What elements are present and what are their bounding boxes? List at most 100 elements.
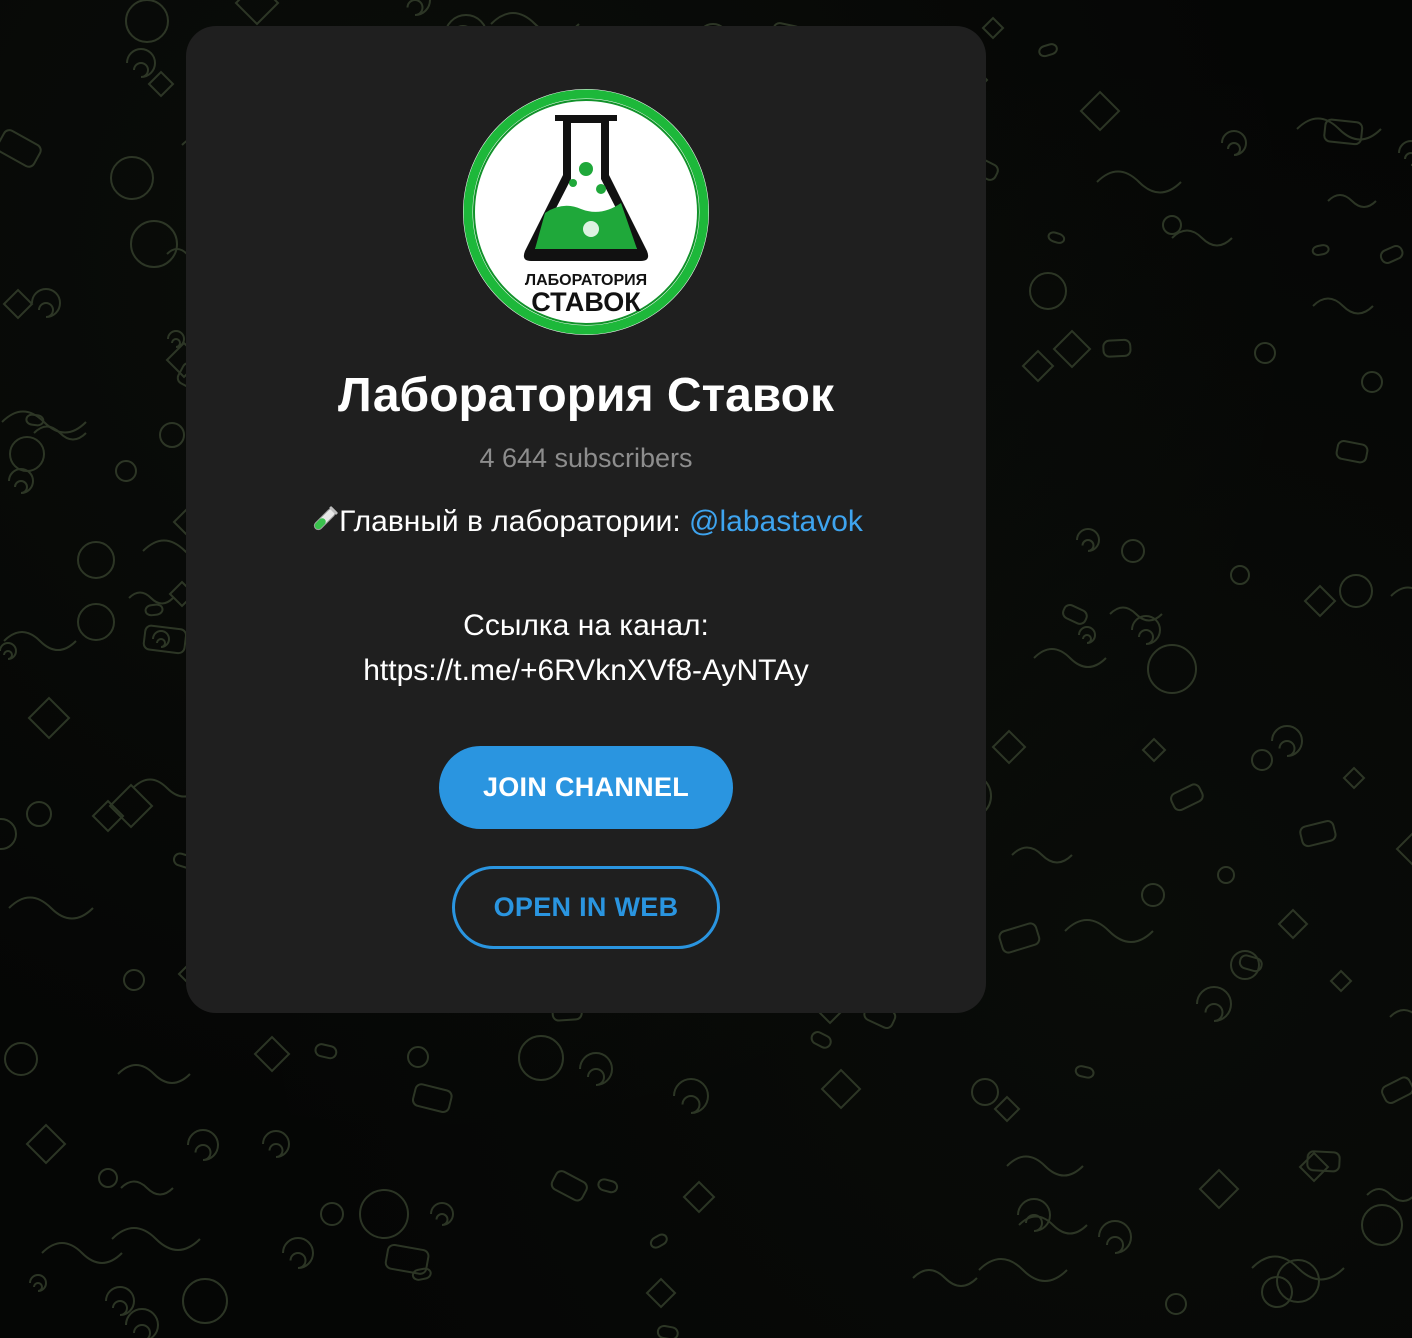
doodle-shape (1121, 539, 1145, 563)
mention-link[interactable]: @labastavok (689, 505, 863, 538)
doodle-shape (1029, 272, 1067, 310)
doodle-shape (123, 969, 145, 991)
doodle-shape (1329, 969, 1353, 993)
doodle-shape (0, 642, 17, 660)
doodle-shape (682, 1180, 716, 1214)
doodle-shape (1162, 215, 1182, 235)
doodle-shape (1366, 1188, 1412, 1202)
doodle-shape (108, 783, 154, 829)
doodle-shape (262, 1130, 290, 1158)
doodle-shape (810, 1031, 832, 1049)
doodle-shape (77, 541, 115, 579)
doodle-shape (430, 1202, 454, 1226)
doodle-shape (550, 1170, 588, 1202)
channel-title: Лаборатория Ставок (337, 369, 834, 422)
doodle-shape (1276, 1259, 1320, 1303)
doodle-shape (320, 1202, 344, 1226)
doodle-shape (115, 460, 137, 482)
doodle-shape (1361, 1204, 1403, 1246)
doodle-shape (820, 1068, 862, 1110)
doodle-shape (1342, 766, 1366, 790)
doodle-shape (1217, 866, 1235, 884)
doodle-shape (1296, 117, 1382, 141)
link-label: Ссылка на канал: (463, 609, 709, 642)
doodle-shape (673, 1078, 709, 1114)
doodle-shape (152, 630, 170, 648)
doodle-shape (1271, 725, 1303, 757)
doodle-shape (1079, 90, 1121, 132)
doodle-shape (253, 1035, 291, 1073)
doodle-shape (1198, 1168, 1240, 1210)
doodle-shape (1038, 43, 1058, 58)
doodle-shape (407, 1046, 429, 1068)
doodle-shape (400, 0, 431, 16)
join-channel-button[interactable]: JOIN CHANNEL (439, 746, 733, 829)
description-lead-text: Главный в лаборатории: (339, 505, 690, 538)
doodle-shape (1076, 528, 1100, 552)
doodle-shape (1017, 1198, 1051, 1232)
doodle-shape (27, 696, 71, 740)
open-in-web-button[interactable]: OPEN IN WEB (452, 866, 720, 949)
doodle-shape (1078, 626, 1096, 644)
doodle-shape (579, 1052, 613, 1086)
channel-url: https://t.me/+6RVknXVf8-AyNTAy (363, 654, 809, 687)
doodle-shape (187, 1129, 219, 1161)
doodle-shape (2, 288, 34, 320)
doodle-shape (1389, 1009, 1412, 1018)
doodle-shape (110, 156, 154, 200)
doodle-shape (147, 70, 175, 98)
doodle-shape (1312, 297, 1374, 315)
doodle-shape (1311, 244, 1330, 256)
doodle-shape (1018, 1215, 1088, 1235)
doodle-shape (1299, 820, 1337, 848)
doodle-shape (1006, 1155, 1084, 1177)
doodle-shape (130, 220, 178, 268)
test-tube-icon (309, 505, 339, 546)
doodle-shape (1052, 329, 1092, 369)
doodle-shape (1230, 565, 1250, 585)
doodle-shape (978, 1258, 1068, 1282)
doodle-shape (1277, 908, 1309, 940)
doodle-shape (1303, 584, 1337, 618)
doodle-shape (1390, 586, 1412, 597)
doodle-shape (1021, 349, 1055, 383)
doodle-shape (0, 818, 17, 850)
doodle-shape (1064, 919, 1154, 943)
doodle-shape (142, 624, 188, 655)
doodle-shape (1254, 342, 1276, 364)
doodle-shape (91, 799, 125, 833)
channel-description: Главный в лаборатории: @labastavok Ссылк… (186, 502, 986, 696)
doodle-shape (1096, 170, 1182, 194)
doodle-shape (126, 48, 156, 78)
doodle-shape (1147, 644, 1197, 694)
doodle-shape (125, 0, 169, 43)
doodle-shape (77, 603, 115, 641)
doodle-shape (1298, 1151, 1330, 1183)
logo-line2: СТАВОК (531, 287, 641, 317)
doodle-shape (282, 1237, 314, 1269)
doodle-shape (120, 1180, 174, 1196)
doodle-shape (1165, 1293, 1187, 1315)
doodle-shape (656, 1324, 679, 1338)
doodle-shape (29, 1274, 47, 1292)
doodle-shape (1033, 648, 1107, 668)
doodle-shape (25, 1123, 67, 1165)
channel-avatar: ЛАБОРАТОРИЯ СТАВОК (463, 89, 709, 335)
doodle-shape (128, 591, 174, 605)
doodle-shape (98, 1168, 118, 1188)
doodle-shape (182, 1278, 228, 1324)
doodle-shape (1327, 194, 1377, 208)
doodle-shape (1141, 737, 1167, 763)
doodle-shape (8, 468, 34, 494)
doodle-shape (1381, 1076, 1412, 1104)
doodle-shape (1011, 846, 1073, 864)
doodle-shape (8, 896, 94, 920)
doodle-shape (981, 16, 1005, 40)
doodle-shape (1335, 440, 1369, 464)
doodle-shape (1395, 832, 1412, 866)
doodle-shape (125, 1308, 159, 1338)
doodle-shape (1339, 574, 1373, 608)
doodle-shape (597, 1178, 619, 1194)
channel-card: ЛАБОРАТОРИЯ СТАВОК Лаборатория Ставок 4 … (186, 26, 986, 1013)
doodle-shape (144, 603, 164, 617)
